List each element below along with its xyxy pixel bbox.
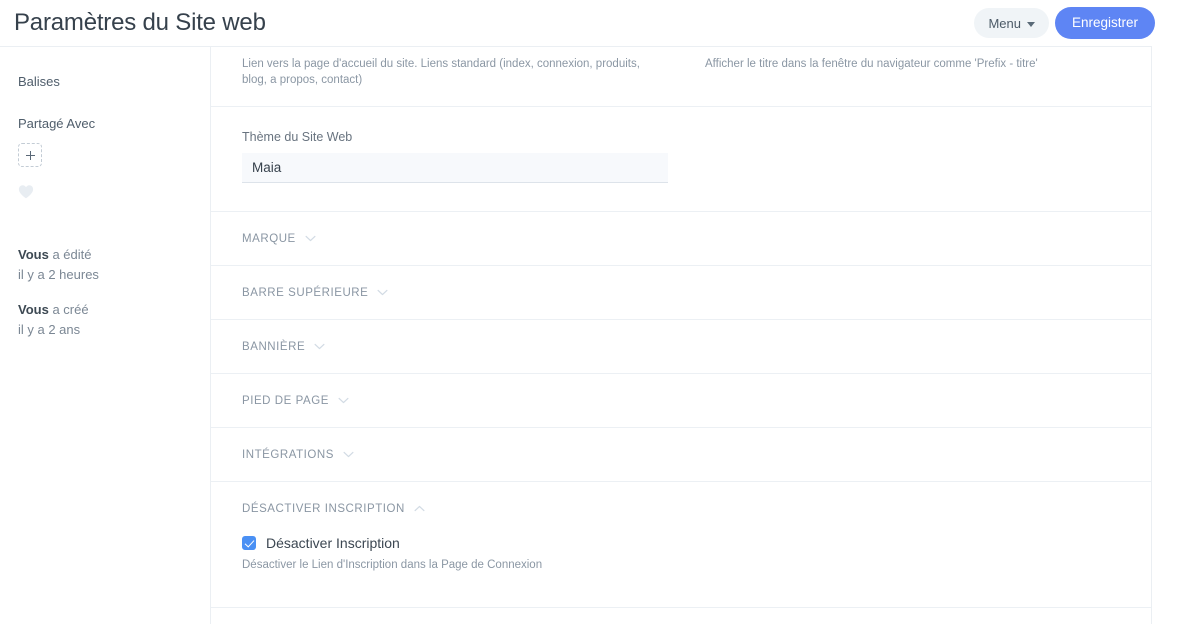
activity-item: Vous a édité il y a 2 heures	[18, 245, 192, 285]
section-desactiver-inscription-header[interactable]: DÉSACTIVER INSCRIPTION	[242, 482, 1120, 535]
chevron-down-icon	[305, 235, 316, 242]
save-button[interactable]: Enregistrer	[1055, 7, 1155, 39]
page-body: Balises Partagé Avec Vous a édité il y a…	[0, 46, 1186, 624]
section-marque: MARQUE	[211, 212, 1151, 266]
section-barre-superieure-header[interactable]: BARRE SUPÉRIEURE	[242, 266, 1120, 319]
disable-signup-checkbox-label: Désactiver Inscription	[266, 535, 400, 551]
section-banniere-header[interactable]: BANNIÈRE	[242, 320, 1120, 373]
activity-timestamp: il y a 2 heures	[18, 265, 192, 285]
website-theme-label: Thème du Site Web	[242, 130, 668, 144]
disable-signup-body: Désactiver Inscription Désactiver le Lie…	[242, 535, 1120, 607]
chevron-down-icon	[338, 397, 349, 404]
website-theme-field: Thème du Site Web	[242, 107, 668, 211]
page-header: Paramètres du Site web Menu Enregistrer	[0, 0, 1186, 46]
plus-icon	[26, 151, 35, 160]
links-help-row: Lien vers la page d'accueil du site. Lie…	[211, 47, 1151, 107]
section-banniere: BANNIÈRE	[211, 320, 1151, 374]
chevron-down-icon	[343, 451, 354, 458]
header-actions: Menu Enregistrer	[974, 7, 1155, 39]
homepage-link-column: Lien vers la page d'accueil du site. Lie…	[242, 56, 681, 88]
section-integrations-title: INTÉGRATIONS	[242, 449, 334, 461]
heart-icon[interactable]	[18, 184, 34, 199]
section-barre-superieure: BARRE SUPÉRIEURE	[211, 266, 1151, 320]
theme-section: Thème du Site Web	[211, 107, 1151, 212]
activity-actor: Vous	[18, 302, 49, 317]
activity-action: a édité	[49, 247, 92, 262]
add-share-button[interactable]	[18, 143, 42, 167]
website-theme-input[interactable]	[242, 153, 668, 183]
disable-signup-checkbox-row[interactable]: Désactiver Inscription	[242, 535, 1120, 551]
title-prefix-column: Afficher le titre dans la fenêtre du nav…	[681, 56, 1120, 88]
chevron-down-icon	[1027, 22, 1035, 27]
activity-item: Vous a créé il y a 2 ans	[18, 300, 192, 340]
disable-signup-help: Désactiver le Lien d'Inscription dans la…	[242, 559, 1120, 571]
sidebar-tags-label: Balises	[18, 74, 192, 89]
section-barre-superieure-title: BARRE SUPÉRIEURE	[242, 287, 368, 299]
section-banniere-title: BANNIÈRE	[242, 341, 305, 353]
section-desactiver-inscription-title: DÉSACTIVER INSCRIPTION	[242, 503, 405, 515]
section-marque-header[interactable]: MARQUE	[242, 212, 1120, 265]
section-integrations-header[interactable]: INTÉGRATIONS	[242, 428, 1120, 481]
chevron-down-icon	[377, 289, 388, 296]
section-pied-de-page-header[interactable]: PIED DE PAGE	[242, 374, 1120, 427]
sidebar: Balises Partagé Avec Vous a édité il y a…	[0, 46, 210, 624]
chevron-up-icon	[414, 505, 425, 512]
menu-button-label: Menu	[988, 17, 1021, 30]
section-marque-title: MARQUE	[242, 233, 296, 245]
activity-action: a créé	[49, 302, 89, 317]
activity-timestamp: il y a 2 ans	[18, 320, 192, 340]
section-integrations: INTÉGRATIONS	[211, 428, 1151, 482]
chevron-down-icon	[314, 343, 325, 350]
section-pied-de-page-title: PIED DE PAGE	[242, 395, 329, 407]
section-desactiver-inscription: DÉSACTIVER INSCRIPTION Désactiver Inscri…	[211, 482, 1151, 608]
page-title: Paramètres du Site web	[14, 11, 266, 35]
menu-button[interactable]: Menu	[974, 8, 1049, 38]
title-prefix-help: Afficher le titre dans la fenêtre du nav…	[705, 56, 1090, 72]
sidebar-shared-with-label: Partagé Avec	[18, 116, 192, 131]
activity-actor: Vous	[18, 247, 49, 262]
homepage-link-help: Lien vers la page d'accueil du site. Lie…	[242, 56, 651, 88]
settings-card: Lien vers la page d'accueil du site. Lie…	[210, 46, 1152, 624]
section-next-partial	[211, 608, 1151, 624]
section-pied-de-page: PIED DE PAGE	[211, 374, 1151, 428]
disable-signup-checkbox[interactable]	[242, 536, 256, 550]
